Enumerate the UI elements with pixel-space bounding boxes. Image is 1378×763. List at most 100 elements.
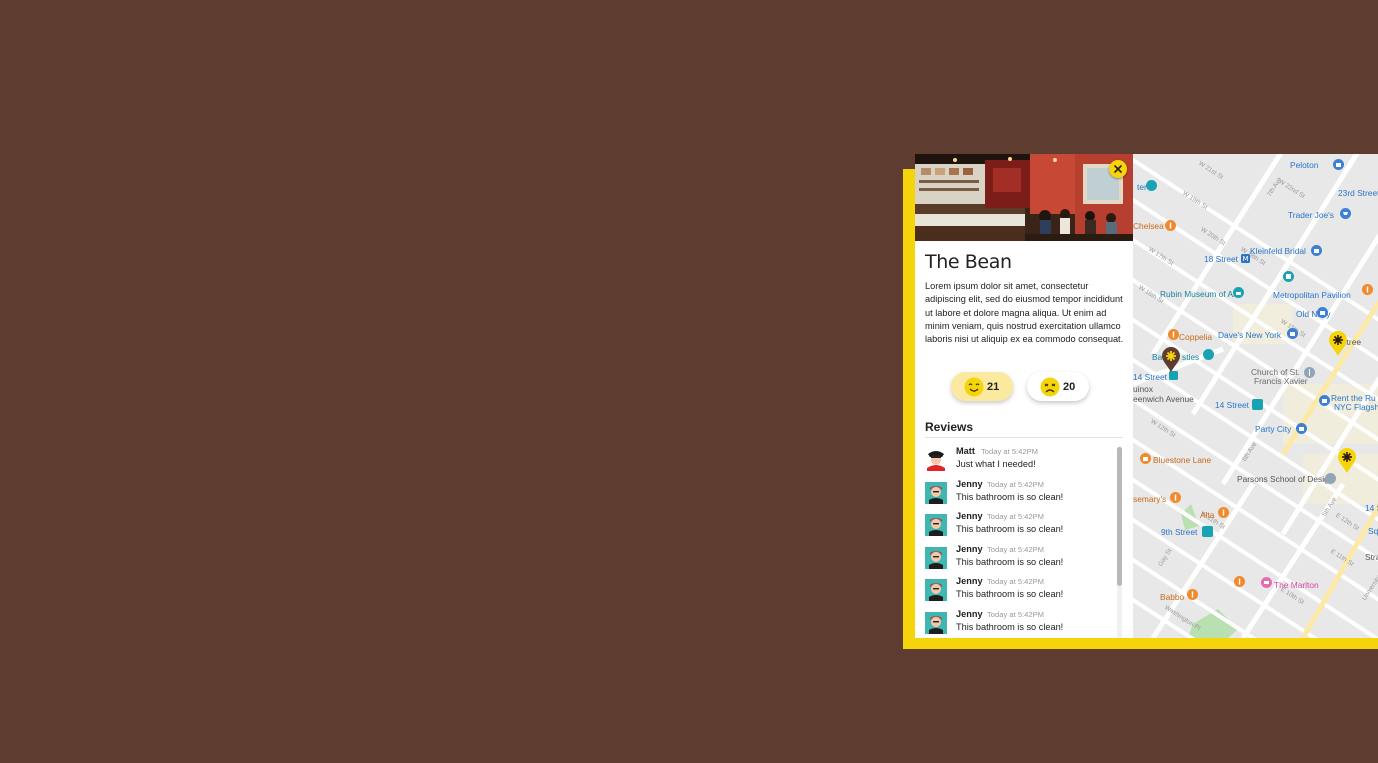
- map-label-18-street[interactable]: 18 Street: [1204, 254, 1238, 264]
- downvote-count: 20: [1063, 380, 1076, 393]
- upvote-button[interactable]: 21: [951, 372, 1013, 401]
- review-author: Jenny: [956, 511, 983, 521]
- shopping-bag-icon: [1317, 307, 1328, 318]
- restaurant-icon: [1362, 284, 1373, 295]
- review-timestamp: Today at 5:42PM: [987, 577, 1044, 586]
- review-author: Jenny: [956, 608, 983, 619]
- close-icon: [1114, 165, 1122, 173]
- review-timestamp: Today at 5:42PM: [987, 609, 1044, 619]
- map-label-alta[interactable]: Alta: [1200, 510, 1214, 520]
- map-label-coppelia[interactable]: Coppelia: [1179, 332, 1212, 342]
- close-button[interactable]: [1109, 160, 1127, 178]
- hotel-icon: [1261, 577, 1272, 588]
- map-label-23rd-street[interactable]: 23rd Street: [1338, 188, 1378, 198]
- review-timestamp: Today at 5:42PM: [987, 479, 1044, 489]
- restaurant-icon: [1170, 492, 1181, 503]
- map-label-14-street-a[interactable]: 14 Street: [1133, 372, 1167, 382]
- review-author: Jenny: [956, 576, 983, 586]
- school-icon: [1325, 473, 1336, 484]
- upvote-count: 21: [987, 380, 1000, 393]
- map-label-rent-runway-2[interactable]: NYC Flagsh: [1334, 402, 1378, 412]
- review-text: This bathroom is so clean!: [956, 524, 1064, 534]
- church-icon: [1304, 367, 1315, 378]
- map-label-greenwich-avenue[interactable]: eenwich Avenue: [1133, 394, 1194, 404]
- avatar: [925, 449, 947, 471]
- map-label-squ[interactable]: Squ: [1368, 526, 1378, 536]
- place-details-panel: The Bean Lorem ipsum dolor sit amet, con…: [915, 154, 1133, 638]
- bean-location-marker[interactable]: [1162, 347, 1180, 373]
- review-text: This bathroom is so clean!: [956, 621, 1064, 632]
- review-author: Jenny: [956, 478, 983, 489]
- subway-icon: [1252, 399, 1263, 410]
- divider: [925, 437, 1123, 438]
- cafe-photo: [915, 154, 1133, 241]
- review-text: This bathroom is so clean!: [956, 589, 1064, 599]
- restaurant-icon: [1165, 220, 1176, 231]
- shopping-bag-icon: [1287, 328, 1298, 339]
- map-label-metropolitan-pavilion[interactable]: Metropolitan Pavilion: [1273, 290, 1351, 300]
- shopping-cart-icon: [1340, 208, 1351, 219]
- review-item: Matt Today at 5:42PM Just what I needed!: [925, 446, 1115, 476]
- map-label-rosemarys[interactable]: semary's: [1133, 494, 1166, 504]
- map-label-rubin-museum[interactable]: Rubin Museum of Art: [1160, 289, 1238, 299]
- shopping-bag-icon: [1311, 245, 1322, 256]
- shopping-bag-icon: [1296, 423, 1307, 434]
- scrollbar-thumb[interactable]: [1117, 447, 1122, 586]
- shopping-bag-icon: [1333, 159, 1344, 170]
- subway-icon: [1202, 526, 1213, 537]
- review-timestamp: Today at 5:42PM: [981, 447, 1038, 456]
- review-text: This bathroom is so clean!: [956, 491, 1064, 502]
- avatar: [925, 579, 947, 601]
- map-label-church-2[interactable]: Francis Xavier: [1254, 376, 1308, 386]
- map-label-14-s[interactable]: 14 S: [1365, 503, 1378, 513]
- review-item: Jenny Today at 5:42PM This bathroom is s…: [925, 544, 1115, 574]
- pin-icon: [1146, 180, 1157, 191]
- review-timestamp: Today at 5:42PM: [987, 512, 1044, 521]
- map-label-peloton[interactable]: Peloton: [1290, 160, 1318, 170]
- landmark-icon: [1283, 271, 1294, 282]
- avatar: [925, 611, 947, 634]
- map-label-9th-street[interactable]: 9th Street: [1161, 527, 1197, 537]
- map-label-daves-new-york[interactable]: Dave's New York: [1218, 330, 1281, 340]
- review-text: Just what I needed!: [956, 459, 1036, 469]
- map-view[interactable]: W 21st St W 22nd St W 19th St W 20th St …: [1133, 154, 1378, 638]
- map-label-parsons[interactable]: Parsons School of Design: [1237, 474, 1333, 484]
- subway-icon: M: [1241, 254, 1250, 263]
- review-item: Jenny Today at 5:42PM This bathroom is s…: [925, 479, 1115, 509]
- restaurant-icon: [1168, 329, 1179, 340]
- map-label-barnes[interactable]: Ba: [1152, 352, 1162, 362]
- map-label-the-marlton[interactable]: The Marlton: [1274, 580, 1319, 590]
- avatar: [925, 481, 947, 504]
- map-label-chelsea[interactable]: Chelsea: [1133, 221, 1164, 231]
- map-label-stran[interactable]: Stran: [1365, 552, 1378, 562]
- map-label-equinox[interactable]: uinox: [1133, 384, 1153, 394]
- downvote-button[interactable]: 20: [1027, 372, 1089, 401]
- map-label-kleinfeld-bridal[interactable]: Kleinfeld Bridal: [1250, 246, 1306, 256]
- place-description: Lorem ipsum dolor sit amet, consectetur …: [925, 281, 1124, 345]
- shopping-bag-icon: [1319, 395, 1330, 406]
- smiling-face-icon: [964, 377, 984, 396]
- review-timestamp: Today at 5:42PM: [987, 544, 1044, 554]
- map-label-trader-joes[interactable]: Trader Joe's: [1288, 210, 1334, 220]
- landmark-icon: [1203, 349, 1214, 360]
- map-label-babbo[interactable]: Babbo: [1160, 592, 1184, 602]
- svg-text:M: M: [1242, 255, 1248, 263]
- yellow-location-marker[interactable]: [1329, 331, 1347, 357]
- yellow-location-marker[interactable]: [1338, 448, 1356, 474]
- restaurant-icon: [1234, 576, 1245, 587]
- restaurant-icon: [1218, 507, 1229, 518]
- map-label-14-street-b[interactable]: 14 Street: [1215, 400, 1249, 410]
- review-author: Matt: [956, 446, 975, 456]
- place-title: The Bean: [925, 251, 1012, 273]
- avatar: [925, 514, 947, 536]
- review-text: This bathroom is so clean!: [956, 556, 1064, 567]
- reviews-heading: Reviews: [925, 420, 974, 434]
- review-item: Jenny Today at 5:42PM This bathroom is s…: [925, 511, 1115, 541]
- map-label-castles[interactable]: stles: [1182, 352, 1199, 362]
- map-label-party-city[interactable]: Party City: [1255, 424, 1291, 434]
- cafe-icon: [1140, 453, 1151, 464]
- review-author: Jenny: [956, 543, 983, 554]
- restaurant-icon: [1187, 589, 1198, 600]
- map-label-bluestone-lane[interactable]: Bluestone Lane: [1153, 455, 1211, 465]
- frowning-face-icon: [1040, 377, 1060, 396]
